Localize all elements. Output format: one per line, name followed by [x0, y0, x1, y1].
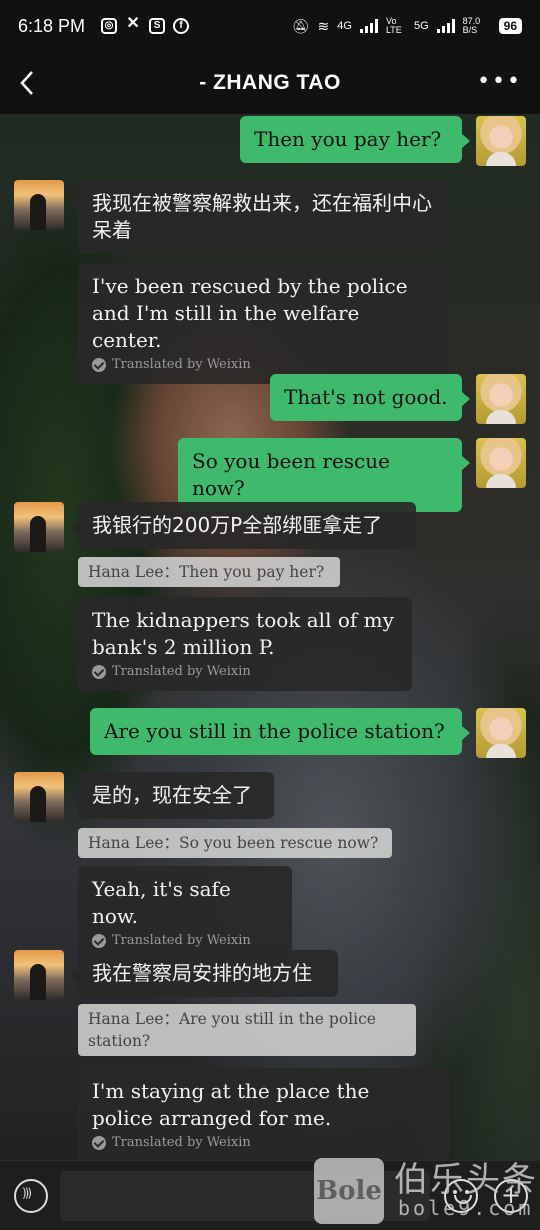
- avatar[interactable]: [476, 438, 526, 488]
- system-status: 🔕︎ ≋ 4G Vo LTE 5G 87.0 B/S 96: [292, 17, 522, 35]
- back-button[interactable]: [14, 68, 42, 98]
- message-bubble-received[interactable]: 我在警察局安排的地方住: [78, 950, 338, 997]
- message-bubble-sent[interactable]: That's not good.: [270, 374, 462, 421]
- message-bubble-received[interactable]: 我银行的200万P全部绑匪拿走了: [78, 502, 416, 549]
- instagram-icon: ◎: [101, 18, 118, 34]
- avatar[interactable]: [476, 116, 526, 166]
- quoted-message[interactable]: Hana Lee：So you been rescue now?: [78, 828, 392, 858]
- translation-text: Yeah, it's safe now.: [92, 877, 231, 928]
- facebook-icon: f: [173, 18, 190, 34]
- avatar[interactable]: [14, 180, 64, 230]
- translated-by-label: Translated by Weixin: [112, 1135, 251, 1150]
- chevron-left-icon: [20, 71, 33, 95]
- status-time: 6:18 PM: [18, 15, 86, 36]
- signal-icon-2: [436, 19, 455, 33]
- check-icon: [92, 358, 106, 372]
- watermark: Bole 伯乐头条 bole9.com: [312, 1150, 540, 1230]
- message-bubble-sent[interactable]: Are you still in the police station?: [90, 708, 462, 755]
- check-icon: [92, 934, 106, 948]
- translated-by-label: Translated by Weixin: [112, 664, 251, 679]
- watermark-logo: Bole: [314, 1158, 384, 1224]
- avatar[interactable]: [14, 950, 64, 1000]
- chat-header: - ZHANG TAO •••: [0, 52, 540, 114]
- notification-icons: ◎ ✕ S f: [101, 15, 190, 34]
- x-icon: ✕: [126, 15, 140, 32]
- translated-by: Translated by Weixin: [92, 932, 278, 950]
- translation-bubble[interactable]: I've been rescued by the police and I'm …: [78, 263, 448, 384]
- translated-by: Translated by Weixin: [92, 356, 434, 374]
- check-icon: [92, 1136, 106, 1150]
- quoted-message[interactable]: Hana Lee：Are you still in the police sta…: [78, 1004, 416, 1056]
- avatar[interactable]: [14, 502, 64, 552]
- wifi-icon: ≋: [317, 17, 330, 34]
- watermark-brand: 伯乐头条: [394, 1160, 538, 1200]
- avatar[interactable]: [476, 708, 526, 758]
- network-speed: 87.0 B/S: [462, 16, 481, 35]
- battery-icon: 96: [498, 18, 522, 34]
- watermark-url: bole9.com: [398, 1196, 534, 1220]
- translation-bubble[interactable]: I'm staying at the place the police arra…: [78, 1068, 450, 1162]
- translation-text: The kidnappers took all of my bank's 2 m…: [92, 608, 394, 659]
- translated-by: Translated by Weixin: [92, 663, 398, 681]
- signal-icon: [359, 19, 378, 33]
- translation-bubble[interactable]: Yeah, it's safe now. Translated by Weixi…: [78, 866, 292, 960]
- network-5g-label: 5G: [413, 20, 429, 32]
- check-icon: [92, 665, 106, 679]
- translation-text: I've been rescued by the police and I'm …: [92, 274, 408, 352]
- volte-label: Vo LTE: [385, 16, 402, 35]
- message-bubble-received[interactable]: 我现在被警察解救出来，还在福利中心呆着: [78, 180, 448, 254]
- translated-by-label: Translated by Weixin: [112, 933, 251, 948]
- avatar[interactable]: [14, 772, 64, 822]
- s-app-icon: S: [149, 18, 166, 34]
- translation-text: I'm staying at the place the police arra…: [92, 1079, 370, 1130]
- more-options-button[interactable]: •••: [477, 71, 522, 93]
- translated-by-label: Translated by Weixin: [112, 357, 251, 372]
- mute-icon: 🔕︎: [291, 17, 310, 34]
- message-bubble-sent[interactable]: So you been rescue now?: [178, 438, 462, 512]
- chat-title: - ZHANG TAO: [199, 71, 341, 94]
- network-4g-label: 4G: [337, 20, 352, 32]
- message-bubble-received[interactable]: 是的，现在安全了: [78, 772, 274, 819]
- message-bubble-sent[interactable]: Then you pay her?: [240, 116, 462, 163]
- status-bar: 6:18 PM ◎ ✕ S f 🔕︎ ≋ 4G Vo LTE 5G 87.0 B…: [0, 0, 540, 52]
- chat-messages[interactable]: Then you pay her? 我现在被警察解救出来，还在福利中心呆着 I'…: [0, 114, 540, 1162]
- voice-input-button[interactable]: [14, 1179, 48, 1213]
- avatar[interactable]: [476, 374, 526, 424]
- translation-bubble[interactable]: The kidnappers took all of my bank's 2 m…: [78, 597, 412, 691]
- quoted-message[interactable]: Hana Lee：Then you pay her?: [78, 557, 340, 587]
